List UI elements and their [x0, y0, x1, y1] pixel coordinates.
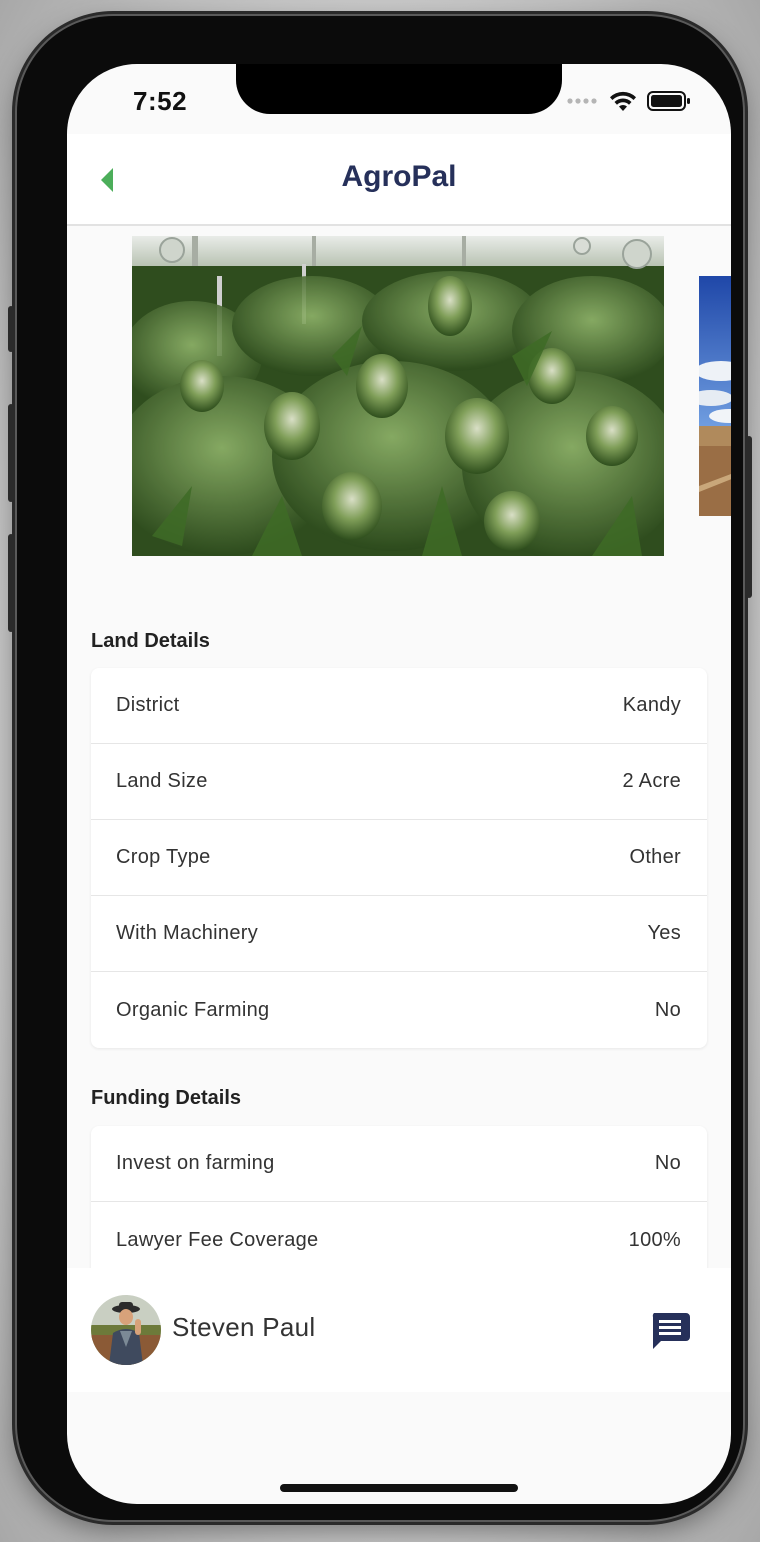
chat-button[interactable]: [649, 1310, 691, 1352]
status-icons: [567, 90, 691, 112]
app-screen: 7:52 AgroPal Land Details District Kandy…: [67, 64, 731, 1504]
home-indicator: [280, 1484, 518, 1492]
farmland-image: [699, 276, 731, 516]
land-row-with-machinery: With Machinery Yes: [91, 896, 707, 972]
land-row-organic-farming: Organic Farming No: [91, 972, 707, 1048]
chat-bubble-icon: [652, 1313, 690, 1349]
signal-dots-icon: [567, 98, 597, 104]
page-title: AgroPal: [341, 160, 457, 193]
row-value: Kandy: [622, 694, 681, 716]
funding-row-invest-on-farming: Invest on farming No: [91, 1126, 707, 1202]
row-value: Yes: [647, 922, 681, 944]
funding-details-card: Invest on farming No Lawyer Fee Coverage…: [91, 1126, 707, 1278]
row-value: No: [654, 1152, 681, 1174]
row-label: Crop Type: [116, 846, 211, 868]
nav-bar: AgroPal: [67, 134, 731, 226]
land-row-crop-type: Crop Type Other: [91, 820, 707, 896]
farmer-avatar-image: [91, 1295, 161, 1365]
row-value: No: [654, 998, 681, 1021]
volume-down-button: [8, 534, 14, 632]
owner-bar: Steven Paul: [67, 1268, 731, 1392]
funding-details-title: Funding Details: [91, 1087, 241, 1109]
row-label: Organic Farming: [116, 998, 270, 1021]
battery-icon: [647, 91, 690, 111]
phone-frame: 7:52 AgroPal Land Details District Kandy…: [8, 16, 752, 1520]
power-button: [746, 436, 752, 598]
land-row-land-size: Land Size 2 Acre: [91, 744, 707, 820]
silent-switch: [8, 306, 14, 352]
row-value: 100%: [628, 1228, 681, 1251]
crop-photo[interactable]: [132, 236, 664, 556]
volume-up-button: [8, 404, 14, 502]
avatar[interactable]: [91, 1295, 161, 1365]
land-details-title: Land Details: [91, 630, 210, 652]
owner-name: Steven Paul: [172, 1312, 316, 1342]
status-time: 7:52: [133, 86, 188, 116]
wifi-icon: [610, 91, 636, 111]
row-label: Lawyer Fee Coverage: [116, 1228, 319, 1251]
row-value: 2 Acre: [622, 770, 681, 792]
row-label: District: [116, 694, 180, 716]
row-label: Invest on farming: [116, 1152, 275, 1174]
row-label: Land Size: [116, 770, 208, 792]
notch: [236, 64, 562, 114]
next-photo[interactable]: [699, 276, 731, 516]
row-label: With Machinery: [116, 922, 259, 944]
cannabis-crop-image: [132, 236, 664, 556]
land-details-card: District Kandy Land Size 2 Acre Crop Typ…: [91, 668, 707, 1048]
funding-row-lawyer-fee-coverage: Lawyer Fee Coverage 100%: [91, 1202, 707, 1278]
land-row-district: District Kandy: [91, 668, 707, 744]
row-value: Other: [629, 846, 681, 868]
